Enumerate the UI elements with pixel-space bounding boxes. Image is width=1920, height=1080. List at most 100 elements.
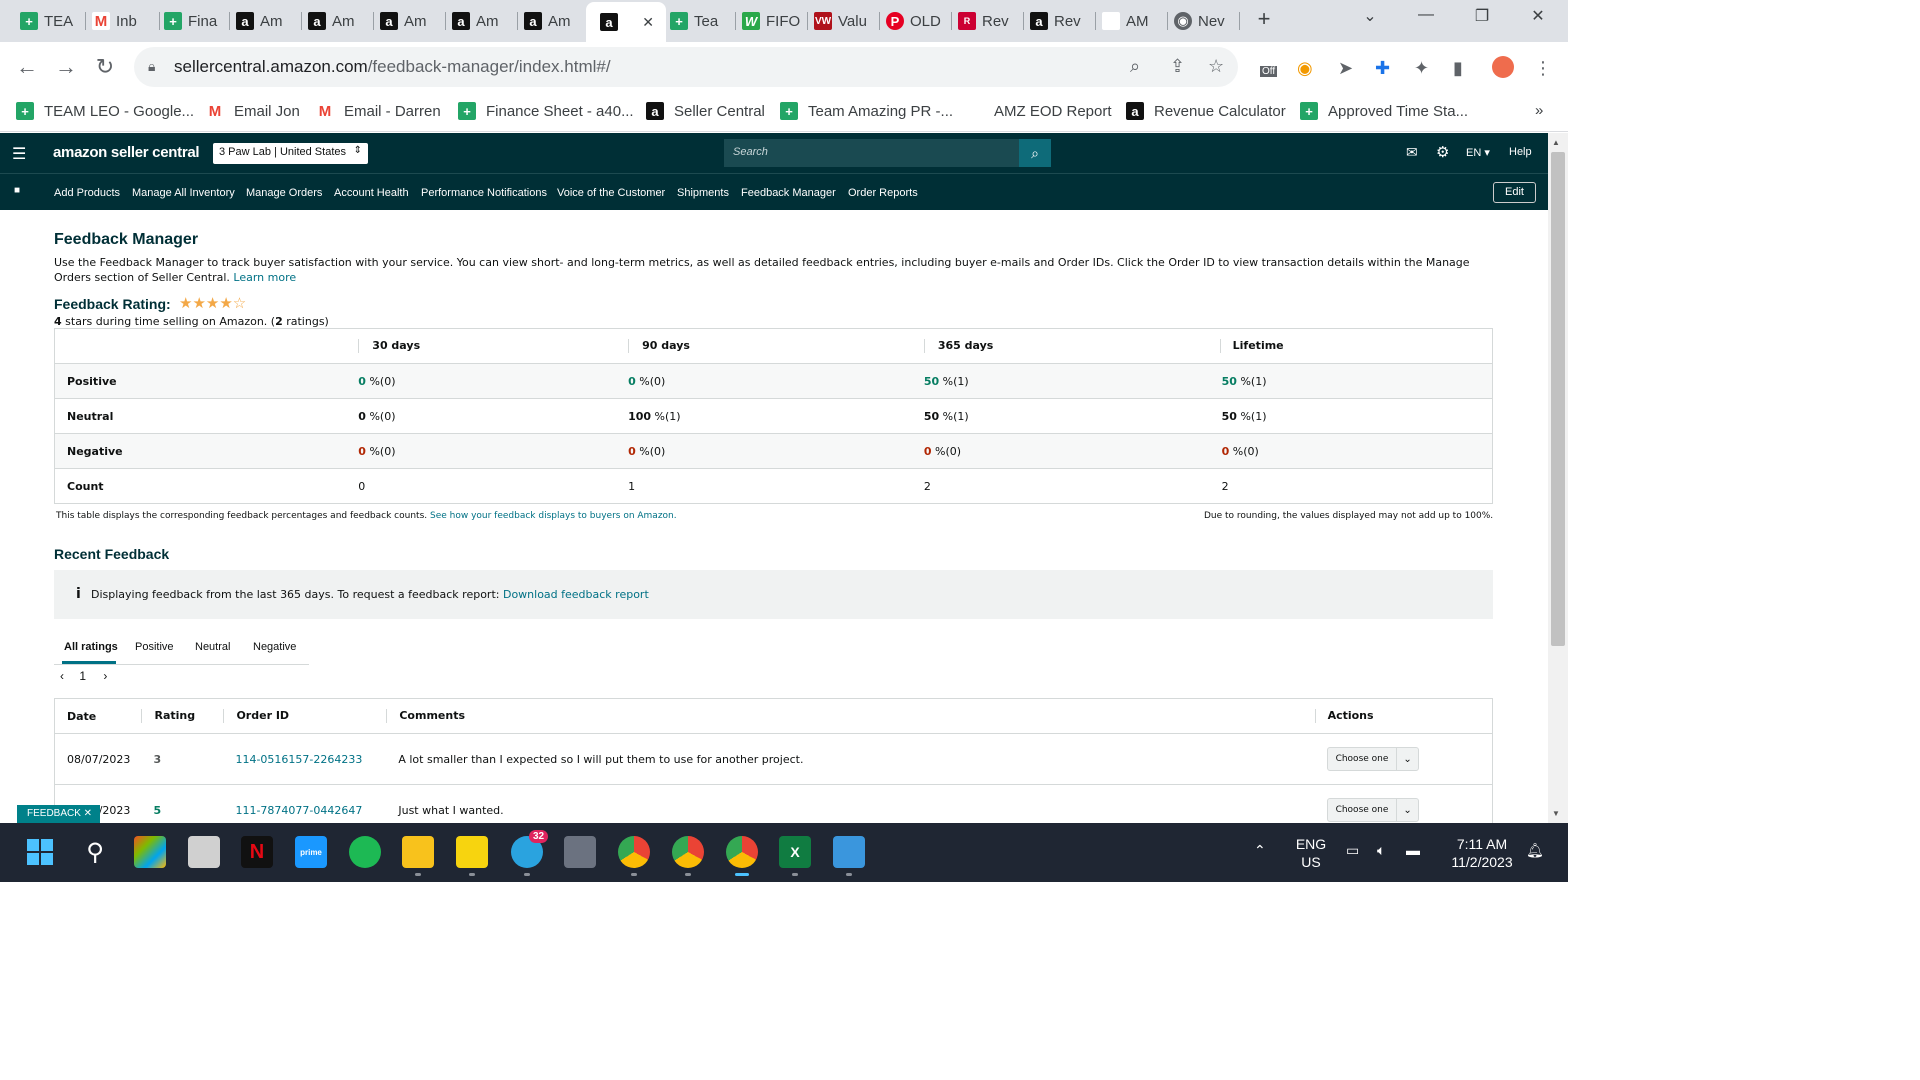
url-text[interactable]: sellercentral.amazon.com/feedback-manage… [174, 57, 611, 77]
filter-tab[interactable]: All ratings [64, 641, 118, 653]
browser-tab[interactable]: a Am [376, 6, 446, 36]
notification-bell-icon[interactable]: 🔔︎ [1526, 842, 1544, 859]
bookmark-item[interactable]: ✎ AMZ EOD Report [966, 102, 1112, 120]
browser-tab[interactable]: a Am [448, 6, 518, 36]
browser-tab[interactable]: W FIFO [738, 6, 808, 36]
learn-more-link[interactable]: Learn more [233, 271, 296, 284]
browser-tab[interactable]: VW Valu [810, 6, 880, 36]
download-report-link[interactable]: Download feedback report [503, 588, 649, 601]
nav-link[interactable]: Manage Orders [246, 187, 322, 199]
nav-link[interactable]: Add Products [54, 187, 120, 199]
chrome-profile2-icon[interactable] [672, 836, 704, 868]
bookmark-item[interactable]: + Finance Sheet - a40... [458, 102, 634, 120]
feedback-widget-tab[interactable]: FEEDBACK ✕ [17, 805, 101, 823]
copilot-icon[interactable] [134, 836, 166, 868]
store-selector[interactable]: 3 Paw Lab | United States ⇕ [213, 143, 368, 164]
browser-tab[interactable]: M Inb [88, 6, 160, 36]
edit-nav-button[interactable]: Edit [1493, 182, 1536, 203]
language-selector[interactable]: EN ▾ [1466, 146, 1490, 159]
browser-tab[interactable]: a Am [232, 6, 302, 36]
prev-page-icon[interactable]: ‹ [60, 669, 64, 683]
browser-tab[interactable]: + Fina [160, 6, 230, 36]
forward-icon[interactable]: → [52, 54, 80, 80]
chrome-profile1-icon[interactable] [618, 836, 650, 868]
tab-close-icon[interactable]: ✕ [642, 14, 654, 31]
browser-tab[interactable]: a Am [304, 6, 374, 36]
nav-link[interactable]: Feedback Manager [741, 187, 836, 199]
choose-action-dropdown[interactable]: Choose one ⌄ [1326, 798, 1419, 822]
filter-tab[interactable]: Positive [135, 641, 174, 653]
side-panel-icon[interactable]: ▮ [1453, 58, 1463, 79]
order-id-link[interactable]: 114-0516157-2264233 [223, 733, 387, 785]
bookmark-item[interactable]: M Email Jon [206, 102, 300, 120]
search-input[interactable]: Search [724, 139, 1019, 167]
mail-icon[interactable]: ✉ [1406, 144, 1418, 161]
task-view-icon[interactable] [188, 836, 220, 868]
bookmark-item[interactable]: + TEAM LEO - Google... [16, 102, 194, 120]
tab-search-chevron-icon[interactable]: ⌄ [1350, 6, 1390, 26]
choose-action-dropdown[interactable]: Choose one ⌄ [1326, 747, 1419, 771]
search-button[interactable]: ⌕ [1019, 139, 1051, 167]
calculator-icon[interactable] [564, 836, 596, 868]
nav-link[interactable]: Voice of the Customer [557, 187, 665, 199]
browser-tab[interactable]: a Am [520, 6, 590, 36]
extension-circle-icon[interactable]: ◉ [1297, 58, 1313, 79]
bookmark-nav-icon[interactable]: ■ [14, 185, 20, 196]
telegram-icon[interactable]: 32 [511, 830, 549, 868]
profile-avatar-icon[interactable] [1492, 56, 1514, 78]
clock[interactable]: 7:11 AM 11/2/2023 [1444, 835, 1520, 871]
menu-kebab-icon[interactable]: ⋮ [1534, 58, 1552, 79]
address-bar[interactable]: 🔒︎ sellercentral.amazon.com/feedback-man… [134, 47, 1238, 87]
nav-link[interactable]: Order Reports [848, 187, 918, 199]
zoom-icon[interactable]: ⌕ [1130, 56, 1140, 77]
prime-video-icon[interactable]: prime [295, 836, 327, 868]
browser-tab[interactable]: + Tea [666, 6, 736, 36]
share-icon[interactable]: ⇪ [1170, 56, 1185, 77]
chrome-profile3-icon[interactable] [726, 836, 758, 868]
bookmark-item[interactable]: a Seller Central [646, 102, 765, 120]
bookmark-star-icon[interactable]: ☆ [1208, 56, 1224, 77]
show-hidden-icons-chevron-icon[interactable]: ⌃ [1254, 842, 1266, 859]
scroll-up-arrow-icon[interactable]: ▲ [1552, 138, 1560, 147]
browser-tab[interactable]: ✎ AM [1098, 6, 1168, 36]
new-tab-icon[interactable]: + [1244, 6, 1284, 32]
filter-tab[interactable]: Neutral [195, 641, 230, 653]
browser-tab[interactable]: + TEA [16, 6, 86, 36]
help-link[interactable]: Help [1509, 146, 1532, 158]
filter-tab[interactable]: Negative [253, 641, 296, 653]
back-icon[interactable]: ← [13, 54, 41, 80]
battery-icon[interactable]: ▬ [1406, 842, 1420, 858]
extension-cursor-icon[interactable]: ➤ [1338, 58, 1353, 79]
next-page-icon[interactable]: › [103, 669, 107, 683]
more-bookmarks-icon[interactable]: » [1535, 102, 1543, 119]
notepad-icon[interactable] [833, 836, 865, 868]
netflix-icon[interactable]: N [241, 836, 273, 868]
browser-tab[interactable]: P OLD [882, 6, 952, 36]
search-taskbar-icon[interactable]: ⚲ [79, 836, 111, 868]
bookmark-item[interactable]: + Approved Time Sta... [1300, 102, 1468, 120]
bookmark-item[interactable]: + Team Amazing PR -... [780, 102, 953, 120]
settings-gear-icon[interactable]: ⚙ [1436, 143, 1449, 161]
scroll-down-arrow-icon[interactable]: ▼ [1552, 809, 1560, 818]
nav-link[interactable]: Manage All Inventory [132, 187, 235, 199]
volume-icon[interactable]: 🔈︎ [1377, 842, 1385, 859]
extensions-puzzle-icon[interactable]: ✦ [1414, 58, 1429, 79]
reload-icon[interactable]: ↻ [91, 54, 119, 80]
bookmark-item[interactable]: a Revenue Calculator [1126, 102, 1286, 120]
hamburger-menu-icon[interactable]: ☰ [12, 144, 26, 164]
buyer-display-link[interactable]: See how your feedback displays to buyers… [430, 511, 677, 521]
spotify-icon[interactable] [349, 836, 381, 868]
file-explorer-icon[interactable] [402, 836, 434, 868]
language-indicator[interactable]: ENG US [1294, 835, 1328, 871]
nav-link[interactable]: Shipments [677, 187, 729, 199]
seller-central-logo[interactable]: amazon seller central [53, 144, 200, 161]
network-icon[interactable]: ▭ [1346, 842, 1359, 859]
page-number[interactable]: 1 [79, 669, 86, 683]
scrollbar-thumb[interactable] [1551, 152, 1565, 646]
excel-icon[interactable]: X [779, 836, 811, 868]
browser-tab[interactable]: ◉ Nev [1170, 6, 1240, 36]
bookmark-item[interactable]: M Email - Darren [316, 102, 441, 120]
browser-tab[interactable]: a ✕ [586, 2, 666, 42]
nav-link[interactable]: Account Health [334, 187, 409, 199]
minimize-icon[interactable]: — [1406, 6, 1446, 24]
